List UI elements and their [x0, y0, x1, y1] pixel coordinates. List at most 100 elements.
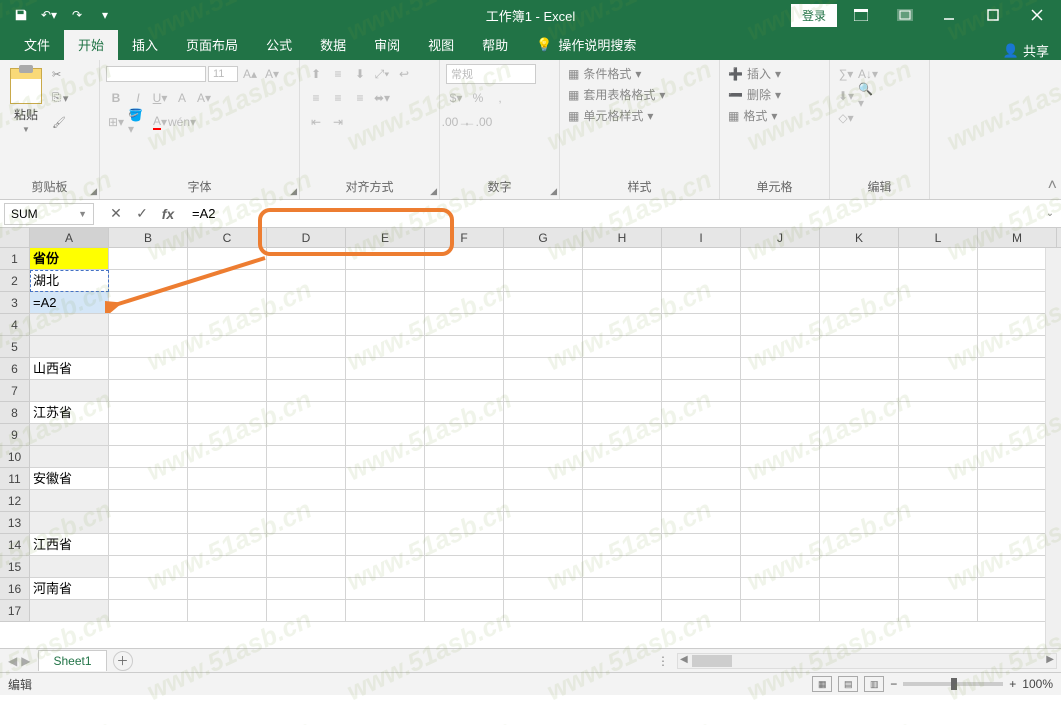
row-header[interactable]: 6: [0, 358, 30, 380]
cell[interactable]: [741, 402, 820, 424]
cell[interactable]: [504, 600, 583, 622]
row-header[interactable]: 10: [0, 446, 30, 468]
cell[interactable]: [346, 248, 425, 270]
cell[interactable]: [30, 490, 109, 512]
cell[interactable]: [741, 314, 820, 336]
font-name-combo[interactable]: [106, 66, 206, 82]
cell[interactable]: [899, 512, 978, 534]
number-dialog-launcher[interactable]: ◢: [550, 186, 557, 197]
cell[interactable]: [662, 358, 741, 380]
cell[interactable]: [109, 512, 188, 534]
cell[interactable]: [30, 336, 109, 358]
row-header[interactable]: 2: [0, 270, 30, 292]
cell[interactable]: [583, 424, 662, 446]
cell[interactable]: [741, 292, 820, 314]
cell[interactable]: [346, 490, 425, 512]
cell[interactable]: [820, 424, 899, 446]
tab-file[interactable]: 文件: [10, 29, 64, 60]
cell[interactable]: [583, 600, 662, 622]
cell[interactable]: 省份: [30, 248, 109, 270]
clipboard-dialog-launcher[interactable]: ◢: [90, 186, 97, 197]
zoom-slider[interactable]: [903, 682, 1003, 686]
cell[interactable]: [899, 424, 978, 446]
add-sheet-button[interactable]: ＋: [113, 651, 133, 671]
cell[interactable]: [583, 578, 662, 600]
tab-formulas[interactable]: 公式: [252, 29, 306, 60]
cell[interactable]: [662, 314, 741, 336]
tab-insert[interactable]: 插入: [118, 29, 172, 60]
percent-icon[interactable]: %: [468, 88, 488, 108]
wrap-text-icon[interactable]: ↩: [394, 64, 414, 84]
cell[interactable]: [662, 534, 741, 556]
column-header[interactable]: L: [899, 228, 978, 247]
cell[interactable]: [109, 248, 188, 270]
tab-data[interactable]: 数据: [306, 29, 360, 60]
column-header[interactable]: A: [30, 228, 109, 247]
cell[interactable]: [899, 468, 978, 490]
horizontal-scrollbar[interactable]: ◀ ▶: [677, 653, 1057, 669]
cell[interactable]: [109, 468, 188, 490]
cell[interactable]: [741, 490, 820, 512]
cell[interactable]: [425, 490, 504, 512]
cell[interactable]: [504, 490, 583, 512]
cell[interactable]: [820, 314, 899, 336]
cell[interactable]: [504, 512, 583, 534]
number-format-combo[interactable]: 常规: [446, 64, 536, 84]
cell[interactable]: [188, 600, 267, 622]
cell[interactable]: [346, 578, 425, 600]
cell[interactable]: [820, 380, 899, 402]
align-bottom-icon[interactable]: ⬇: [350, 64, 370, 84]
tab-review[interactable]: 审阅: [360, 29, 414, 60]
cancel-formula-button[interactable]: ✕: [104, 203, 128, 225]
cell[interactable]: [267, 578, 346, 600]
cell[interactable]: [662, 446, 741, 468]
increase-indent-icon[interactable]: ⇥: [328, 112, 348, 132]
cell[interactable]: [188, 424, 267, 446]
cell[interactable]: [504, 424, 583, 446]
cell[interactable]: [583, 358, 662, 380]
cell[interactable]: [662, 424, 741, 446]
cell[interactable]: [662, 490, 741, 512]
row-header[interactable]: 11: [0, 468, 30, 490]
cell[interactable]: [109, 600, 188, 622]
cell[interactable]: [662, 336, 741, 358]
cell[interactable]: [583, 468, 662, 490]
cell[interactable]: 山西省: [30, 358, 109, 380]
sheet-nav-next-icon[interactable]: ▶: [21, 654, 30, 668]
cell[interactable]: [346, 314, 425, 336]
decrease-indent-icon[interactable]: ⇤: [306, 112, 326, 132]
cell[interactable]: [109, 578, 188, 600]
cell[interactable]: [741, 270, 820, 292]
cell[interactable]: [346, 512, 425, 534]
row-header[interactable]: 4: [0, 314, 30, 336]
cell[interactable]: [188, 336, 267, 358]
cell[interactable]: [188, 270, 267, 292]
bold-button[interactable]: B: [106, 88, 126, 108]
cell[interactable]: [820, 512, 899, 534]
cut-button[interactable]: ✂: [52, 64, 68, 84]
fill-color-button[interactable]: 🪣▾: [128, 112, 148, 132]
cell[interactable]: 江西省: [30, 534, 109, 556]
cell[interactable]: [267, 512, 346, 534]
save-button[interactable]: [8, 3, 34, 27]
cell[interactable]: [583, 556, 662, 578]
select-all-corner[interactable]: [0, 228, 30, 247]
cell[interactable]: [504, 336, 583, 358]
align-middle-icon[interactable]: ≡: [328, 64, 348, 84]
cell[interactable]: [109, 292, 188, 314]
cell[interactable]: [820, 468, 899, 490]
zoom-out-button[interactable]: −: [890, 677, 897, 691]
cell-styles-button[interactable]: ▦单元格样式 ▾: [566, 106, 655, 125]
cell[interactable]: [504, 248, 583, 270]
cell[interactable]: [188, 512, 267, 534]
cell[interactable]: [188, 556, 267, 578]
cell[interactable]: [820, 402, 899, 424]
cell[interactable]: [346, 556, 425, 578]
phonetic-button[interactable]: wén▾: [172, 112, 192, 132]
find-select-icon[interactable]: 🔍▾: [858, 86, 878, 106]
sheet-tab[interactable]: Sheet1: [38, 650, 106, 671]
cell[interactable]: [346, 424, 425, 446]
cell[interactable]: [425, 446, 504, 468]
row-header[interactable]: 15: [0, 556, 30, 578]
cell[interactable]: [504, 468, 583, 490]
